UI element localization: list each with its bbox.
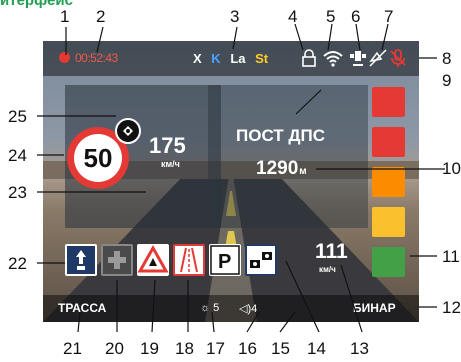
callout-15: 15 xyxy=(271,339,290,358)
callout-6: 6 xyxy=(351,7,361,26)
callout-2: 2 xyxy=(96,7,106,26)
callout-19: 19 xyxy=(140,339,159,358)
callout-leaders xyxy=(37,23,445,333)
callout-7: 7 xyxy=(384,7,394,26)
callout-22: 22 xyxy=(8,254,27,273)
callout-23: 23 xyxy=(8,183,27,202)
callout-4: 4 xyxy=(288,7,298,26)
callout-8: 8 xyxy=(442,49,452,68)
callout-13: 13 xyxy=(350,339,369,358)
callout-25: 25 xyxy=(8,107,27,126)
callout-9: 9 xyxy=(442,71,452,90)
callout-18: 18 xyxy=(175,339,194,358)
callout-3: 3 xyxy=(230,7,240,26)
callout-5: 5 xyxy=(326,7,336,26)
callout-12: 12 xyxy=(442,298,461,317)
callout-16: 16 xyxy=(238,339,257,358)
callout-10: 10 xyxy=(442,159,461,178)
callout-24: 24 xyxy=(8,146,27,165)
callout-20: 20 xyxy=(105,339,124,358)
callout-11: 11 xyxy=(442,247,460,266)
callout-21: 21 xyxy=(63,339,82,358)
callout-14: 14 xyxy=(307,339,326,358)
callout-17: 17 xyxy=(206,339,225,358)
callout-1: 1 xyxy=(60,7,70,26)
